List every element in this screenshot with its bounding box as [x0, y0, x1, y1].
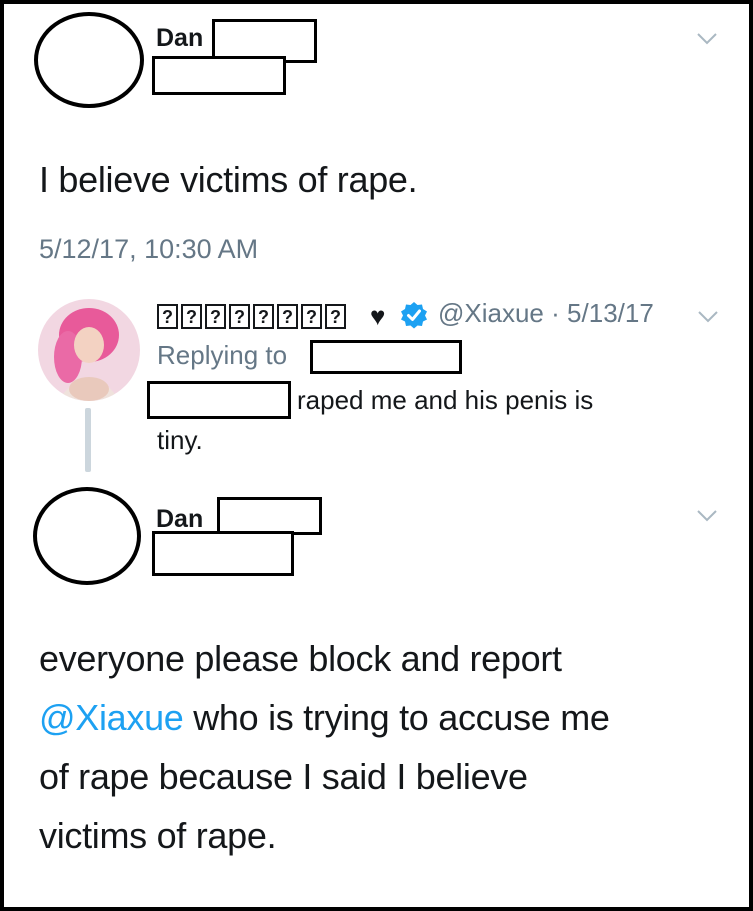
tweet-text: I believe victims of rape.: [39, 159, 418, 200]
display-name[interactable]: ? ? ? ? ? ? ? ?: [157, 304, 346, 329]
missing-glyph: ?: [181, 304, 202, 329]
missing-glyph: ?: [253, 304, 274, 329]
redacted-handle: [152, 56, 286, 95]
redacted-handle: [152, 531, 294, 576]
tweet-text: everyone please block and report @Xiaxue…: [39, 629, 610, 865]
tweet-line-rest: who is trying to accuse me: [183, 697, 610, 738]
handle-and-date[interactable]: @Xiaxue · 5/13/17: [438, 298, 654, 329]
missing-glyph: ?: [325, 304, 346, 329]
redacted-name: [147, 381, 291, 419]
verified-badge-icon: [401, 302, 427, 329]
reply-text-continued: tiny.: [157, 425, 203, 455]
tweet-line: everyone please block and report: [39, 638, 562, 679]
mention-link[interactable]: @Xiaxue: [39, 697, 184, 738]
chevron-down-icon[interactable]: [696, 509, 718, 523]
author-name[interactable]: Dan: [156, 505, 203, 534]
missing-glyph: ?: [205, 304, 226, 329]
replying-to-label: Replying to: [157, 340, 288, 370]
tweet-line: of rape because I said I believe: [39, 756, 528, 797]
thread-connector: [85, 408, 91, 472]
missing-glyph: ?: [229, 304, 250, 329]
chevron-down-icon[interactable]: [696, 32, 718, 46]
tweet-line: victims of rape.: [39, 815, 277, 856]
redacted-reply-target: [310, 340, 462, 374]
chevron-down-icon[interactable]: [697, 310, 719, 324]
handle[interactable]: @Xiaxue: [438, 298, 544, 328]
avatar[interactable]: [33, 487, 141, 585]
avatar[interactable]: [34, 12, 144, 108]
reply-date[interactable]: 5/13/17: [567, 298, 654, 328]
heart-icon: ♥: [370, 301, 386, 331]
redacted-name: [217, 497, 322, 535]
tweet-line: @Xiaxue who is trying to accuse me: [39, 688, 610, 747]
separator: ·: [551, 298, 560, 328]
author-name[interactable]: Dan: [156, 24, 203, 53]
missing-glyph: ?: [157, 304, 178, 329]
missing-glyph: ?: [277, 304, 298, 329]
avatar[interactable]: [38, 299, 140, 401]
missing-glyph: ?: [301, 304, 322, 329]
reply-text: raped me and his penis is: [297, 385, 594, 415]
timestamp[interactable]: 5/12/17, 10:30 AM: [39, 234, 258, 265]
